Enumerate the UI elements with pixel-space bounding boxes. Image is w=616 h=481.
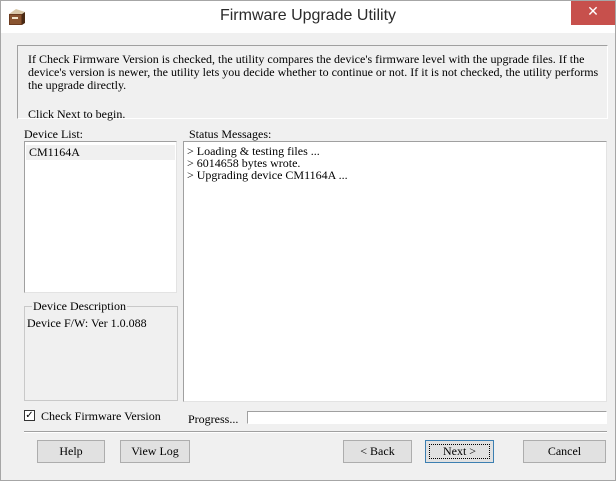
status-messages-label: Status Messages: bbox=[189, 127, 272, 141]
title-bar: Firmware Upgrade Utility ✕ bbox=[1, 1, 615, 33]
device-list[interactable]: CM1164A bbox=[24, 141, 177, 293]
check-firmware-checkbox[interactable]: ✓ bbox=[24, 410, 35, 421]
firmware-upgrade-window: Firmware Upgrade Utility ✕ If Check Firm… bbox=[0, 0, 616, 481]
device-description-title: Device Description bbox=[32, 299, 127, 313]
progress-label: Progress... bbox=[188, 412, 239, 426]
info-next-hint: Click Next to begin. bbox=[28, 107, 126, 121]
checkmark-icon: ✓ bbox=[25, 410, 34, 421]
close-button[interactable]: ✕ bbox=[571, 1, 615, 25]
status-messages-box[interactable]: > Loading & testing files ... > 6014658 … bbox=[183, 141, 607, 402]
progress-bar bbox=[247, 411, 607, 424]
next-button[interactable]: Next > bbox=[425, 440, 494, 463]
close-icon: ✕ bbox=[587, 4, 599, 20]
status-line: > Upgrading device CM1164A ... bbox=[187, 168, 348, 182]
window-title: Firmware Upgrade Utility bbox=[219, 7, 397, 24]
device-list-label: Device List: bbox=[24, 127, 83, 141]
view-log-button[interactable]: View Log bbox=[120, 440, 190, 463]
device-firmware-version: Device F/W: Ver 1.0.088 bbox=[27, 316, 147, 330]
divider bbox=[24, 431, 607, 433]
info-text: If Check Firmware Version is checked, th… bbox=[28, 52, 599, 92]
focus-ring bbox=[429, 444, 490, 459]
list-item[interactable]: CM1164A bbox=[26, 145, 175, 160]
back-button[interactable]: < Back bbox=[343, 440, 412, 463]
check-firmware-label[interactable]: Check Firmware Version bbox=[41, 410, 161, 423]
device-description-group: Device Description Device F/W: Ver 1.0.0… bbox=[24, 300, 178, 401]
cancel-button[interactable]: Cancel bbox=[523, 440, 606, 463]
info-panel: If Check Firmware Version is checked, th… bbox=[17, 45, 608, 121]
help-button[interactable]: Help bbox=[37, 440, 105, 463]
